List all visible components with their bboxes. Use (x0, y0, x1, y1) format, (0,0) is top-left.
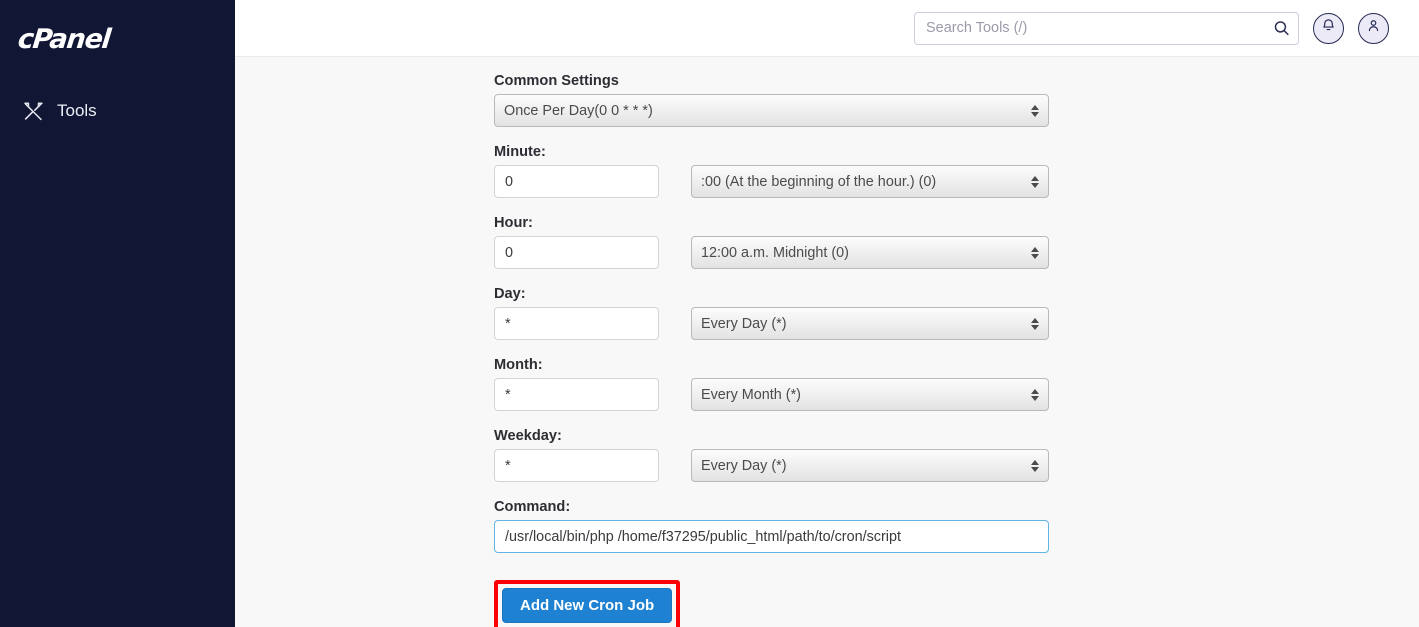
minute-select[interactable]: :00 (At the beginning of the hour.) (0) (691, 165, 1049, 199)
minute-input[interactable] (494, 165, 659, 199)
cron-form-content: Common Settings Once Per Day(0 0 * * *) … (235, 57, 1419, 627)
day-row: Day: Every Day (*) (494, 286, 1419, 341)
hour-select-wrap: 12:00 a.m. Midnight (0) (691, 236, 1049, 270)
cpanel-logo: cPanel (16, 24, 112, 55)
weekday-input[interactable] (494, 449, 659, 483)
brand[interactable]: cPanel (0, 0, 235, 72)
top-header (235, 0, 1419, 57)
account-button[interactable] (1358, 12, 1389, 44)
sidebar: cPanel Tools (0, 0, 235, 627)
submit-highlight-box: Add New Cron Job (494, 580, 681, 627)
sidebar-item-label: Tools (57, 101, 97, 120)
day-select-wrap: Every Day (*) (691, 307, 1049, 341)
weekday-select-wrap: Every Day (*) (691, 449, 1049, 483)
minute-row: Minute: :00 (At the beginning of the hou… (494, 144, 1419, 199)
minute-select-wrap: :00 (At the beginning of the hour.) (0) (691, 165, 1049, 199)
main-area: Common Settings Once Per Day(0 0 * * *) … (235, 0, 1419, 627)
command-row: Command: (494, 499, 1419, 554)
hour-input[interactable] (494, 236, 659, 270)
month-row: Month: Every Month (*) (494, 357, 1419, 412)
weekday-select[interactable]: Every Day (*) (691, 449, 1049, 483)
command-label: Command: (494, 499, 571, 516)
sidebar-item-tools[interactable]: Tools (0, 92, 235, 130)
month-label: Month: (494, 357, 543, 374)
hour-label: Hour: (494, 215, 533, 232)
add-new-cron-job-button[interactable]: Add New Cron Job (502, 588, 673, 624)
app-root: cPanel Tools Search Tools (/) Common Set… (0, 0, 1419, 627)
common-settings-row: Common Settings Once Per Day(0 0 * * *) (494, 73, 1419, 128)
search-tools (914, 11, 1299, 45)
user-icon (1366, 18, 1381, 38)
weekday-row: Weekday: Every Day (*) (494, 428, 1419, 483)
notifications-button[interactable] (1313, 12, 1344, 44)
cron-settings-form: Common Settings Once Per Day(0 0 * * *) … (235, 73, 1419, 627)
hour-row: Hour: 12:00 a.m. Midnight (0) (494, 215, 1419, 270)
tools-icon (22, 100, 44, 122)
common-settings-label: Common Settings (494, 73, 619, 89)
bell-icon (1321, 18, 1336, 38)
month-select[interactable]: Every Month (*) (691, 378, 1049, 412)
minute-label: Minute: (494, 144, 546, 161)
search-icon[interactable] (1273, 20, 1290, 37)
hour-select[interactable]: 12:00 a.m. Midnight (0) (691, 236, 1049, 270)
common-settings-select[interactable]: Once Per Day(0 0 * * *) (494, 94, 1049, 128)
month-select-wrap: Every Month (*) (691, 378, 1049, 412)
day-select[interactable]: Every Day (*) (691, 307, 1049, 341)
day-label: Day: (494, 286, 526, 303)
weekday-label: Weekday: (494, 428, 562, 445)
command-input[interactable] (494, 520, 1049, 554)
month-input[interactable] (494, 378, 659, 412)
common-settings-select-wrap: Once Per Day(0 0 * * *) (494, 94, 1049, 128)
day-input[interactable] (494, 307, 659, 341)
search-input[interactable] (914, 11, 1299, 45)
